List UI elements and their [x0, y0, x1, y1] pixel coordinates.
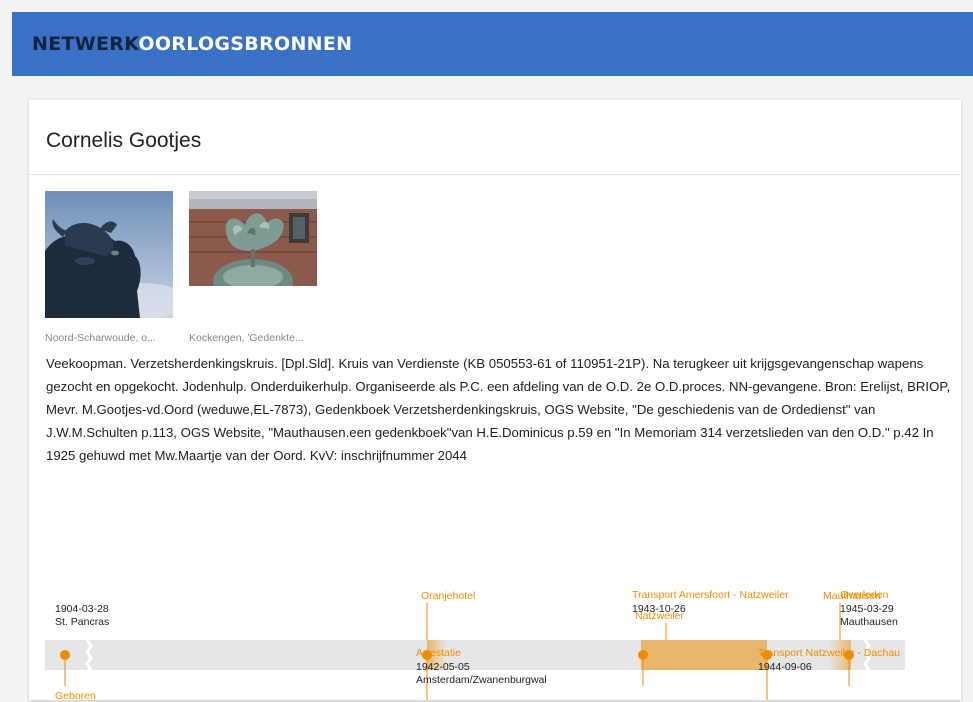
person-name: Cornelis Gootjes: [46, 129, 202, 152]
event-place-overleden: Mauthausen: [840, 616, 898, 628]
card-header: Cornelis Gootjes: [29, 100, 961, 175]
event-date-overleden: 1945-03-29: [840, 603, 894, 615]
photo-noord-scharwoude[interactable]: [45, 191, 173, 318]
event-date-transport-amersfoort: 1943-10-26: [632, 603, 686, 615]
event-title-overleden[interactable]: Overleden: [840, 589, 888, 601]
person-biography: Veekoopman. Verzetsherdenkingskruis. [Dp…: [46, 356, 951, 463]
event-title-transport-natzweiler[interactable]: Transport Natzweiler - Dachau: [758, 647, 900, 659]
event-place-arrestatie: Amsterdam/Zwanenburgwal: [416, 674, 547, 686]
event-dot-transport-amersfoort: [638, 650, 648, 660]
event-title-transport-amersfoort[interactable]: Transport Amersfoort - Natzweiler: [632, 589, 789, 601]
timeline: Oranjehotel Natzweiler Mauthausen Gebore…: [29, 490, 961, 702]
person-card: Cornelis Gootjes Noord-Scharwoude, o... …: [29, 100, 961, 702]
event-title-geboren[interactable]: Geboren: [55, 690, 96, 702]
event-dot-geboren: [60, 650, 70, 660]
period-natzweiler: [641, 640, 767, 670]
event-place-geboren: St. Pancras: [55, 616, 110, 628]
event-date-geboren: 1904-03-28: [55, 603, 109, 615]
event-title-arrestatie[interactable]: Arrestatie: [416, 647, 461, 659]
photo-caption-1: Noord-Scharwoude, o...: [45, 332, 156, 344]
event-date-arrestatie: 1942-05-05: [416, 661, 470, 673]
site-header: NETWERKOORLOGSBRONNEN: [12, 12, 973, 76]
period-label-oranjehotel[interactable]: Oranjehotel: [421, 590, 475, 602]
timeline-graphic: [45, 603, 905, 700]
logo-netwerk: NETWERK: [32, 33, 139, 55]
memorial-sculpture-image: [189, 191, 317, 286]
logo-oorlogsbronnen: OORLOGSBRONNEN: [138, 33, 353, 55]
event-date-transport-natzweiler: 1944-09-06: [758, 661, 812, 673]
photo-kockengen[interactable]: [189, 191, 317, 286]
site-logo[interactable]: NETWERKOORLOGSBRONNEN: [32, 33, 352, 55]
photo-caption-2: Kockengen, 'Gedenkte...: [189, 332, 304, 344]
bull-statue-image: [45, 191, 173, 318]
